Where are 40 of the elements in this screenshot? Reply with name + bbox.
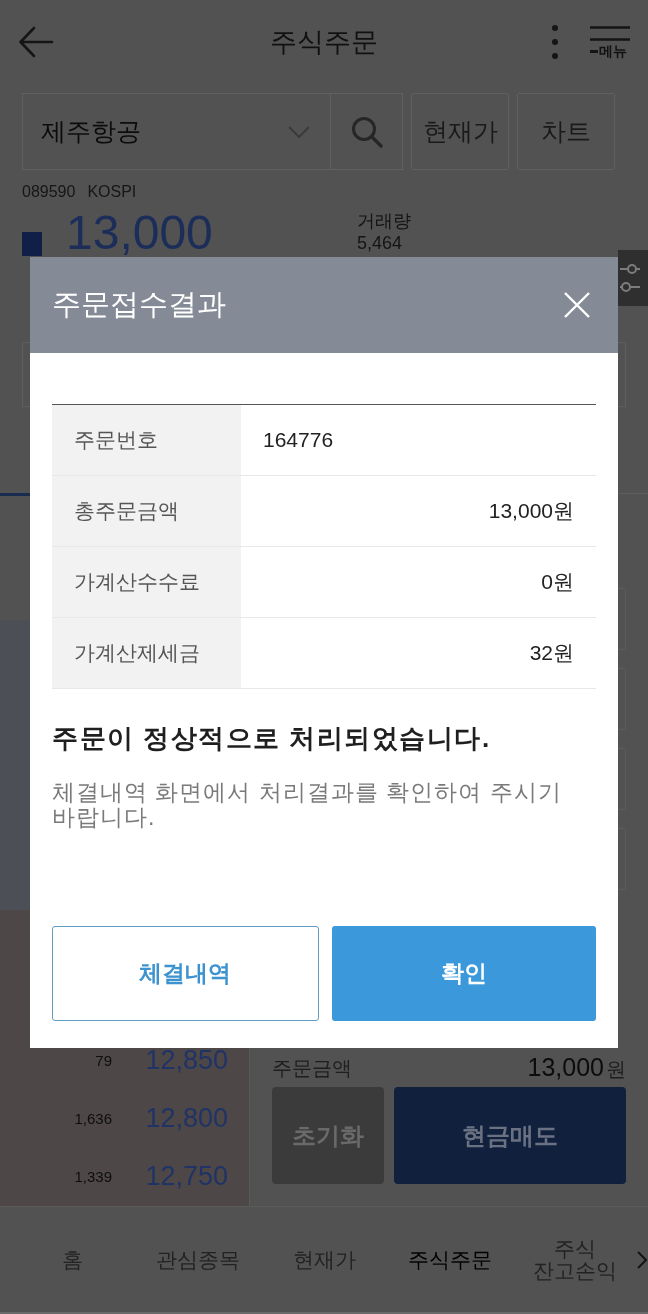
chevron-down-icon (288, 125, 310, 138)
search-button[interactable] (330, 93, 403, 170)
stock-code: 089590 (22, 182, 76, 202)
label-cell: 총주문금액 (52, 476, 241, 546)
current-price: 13,000 (66, 210, 214, 256)
sliders-icon[interactable] (618, 250, 648, 306)
label-cell: 가계산제세금 (52, 618, 241, 688)
dialog-title: 주문접수결과 (52, 287, 226, 322)
search-icon (350, 115, 383, 148)
order-quantity: 1,339 (73, 1167, 112, 1185)
price-marker-icon (22, 232, 42, 256)
menu-button[interactable]: 메뉴 (590, 25, 630, 59)
nav-item[interactable]: 주식주문 (408, 1248, 492, 1271)
value-cell-text: 164776 (262, 427, 335, 453)
confirm-button[interactable]: 확인 (331, 926, 596, 1021)
volume-value: 5,464 (357, 232, 403, 254)
chevron-right-icon[interactable] (637, 1250, 647, 1269)
label-cell: 가계산수수료 (52, 547, 241, 617)
volume-label: 거래량 (357, 210, 411, 232)
dash-icon (590, 49, 598, 53)
more-options-icon[interactable] (550, 24, 560, 60)
order-quantity: 1,636 (73, 1109, 112, 1127)
value-cell-text: 32원 (528, 640, 575, 666)
result-message: 주문이 정상적으로 처리되었습니다. (52, 723, 492, 754)
value-cell-text: 13,000원 (487, 498, 575, 524)
back-arrow-icon[interactable] (18, 24, 54, 60)
history-button[interactable]: 체결내역 (52, 926, 319, 1021)
result-note: 체결내역 화면에서 처리결과를 확인하여 주시기 바랍니다. (52, 780, 563, 830)
sell-button[interactable]: 현금매도 (394, 1087, 626, 1184)
market-label: KOSPI (87, 182, 137, 202)
order-amount: 13,000 (527, 1053, 604, 1082)
value-cell-text: 0원 (540, 569, 575, 595)
tool-button[interactable]: 차트 (517, 93, 615, 170)
close-icon[interactable] (564, 292, 590, 318)
page-title: 주식주문 (270, 26, 378, 58)
stock-select[interactable]: 제주항공 (22, 93, 330, 170)
tool-button[interactable]: 현재가 (411, 93, 509, 170)
label-cell: 주문번호 (52, 405, 241, 475)
menu-icon (590, 25, 630, 41)
order-quantity: 79 (94, 1051, 112, 1069)
